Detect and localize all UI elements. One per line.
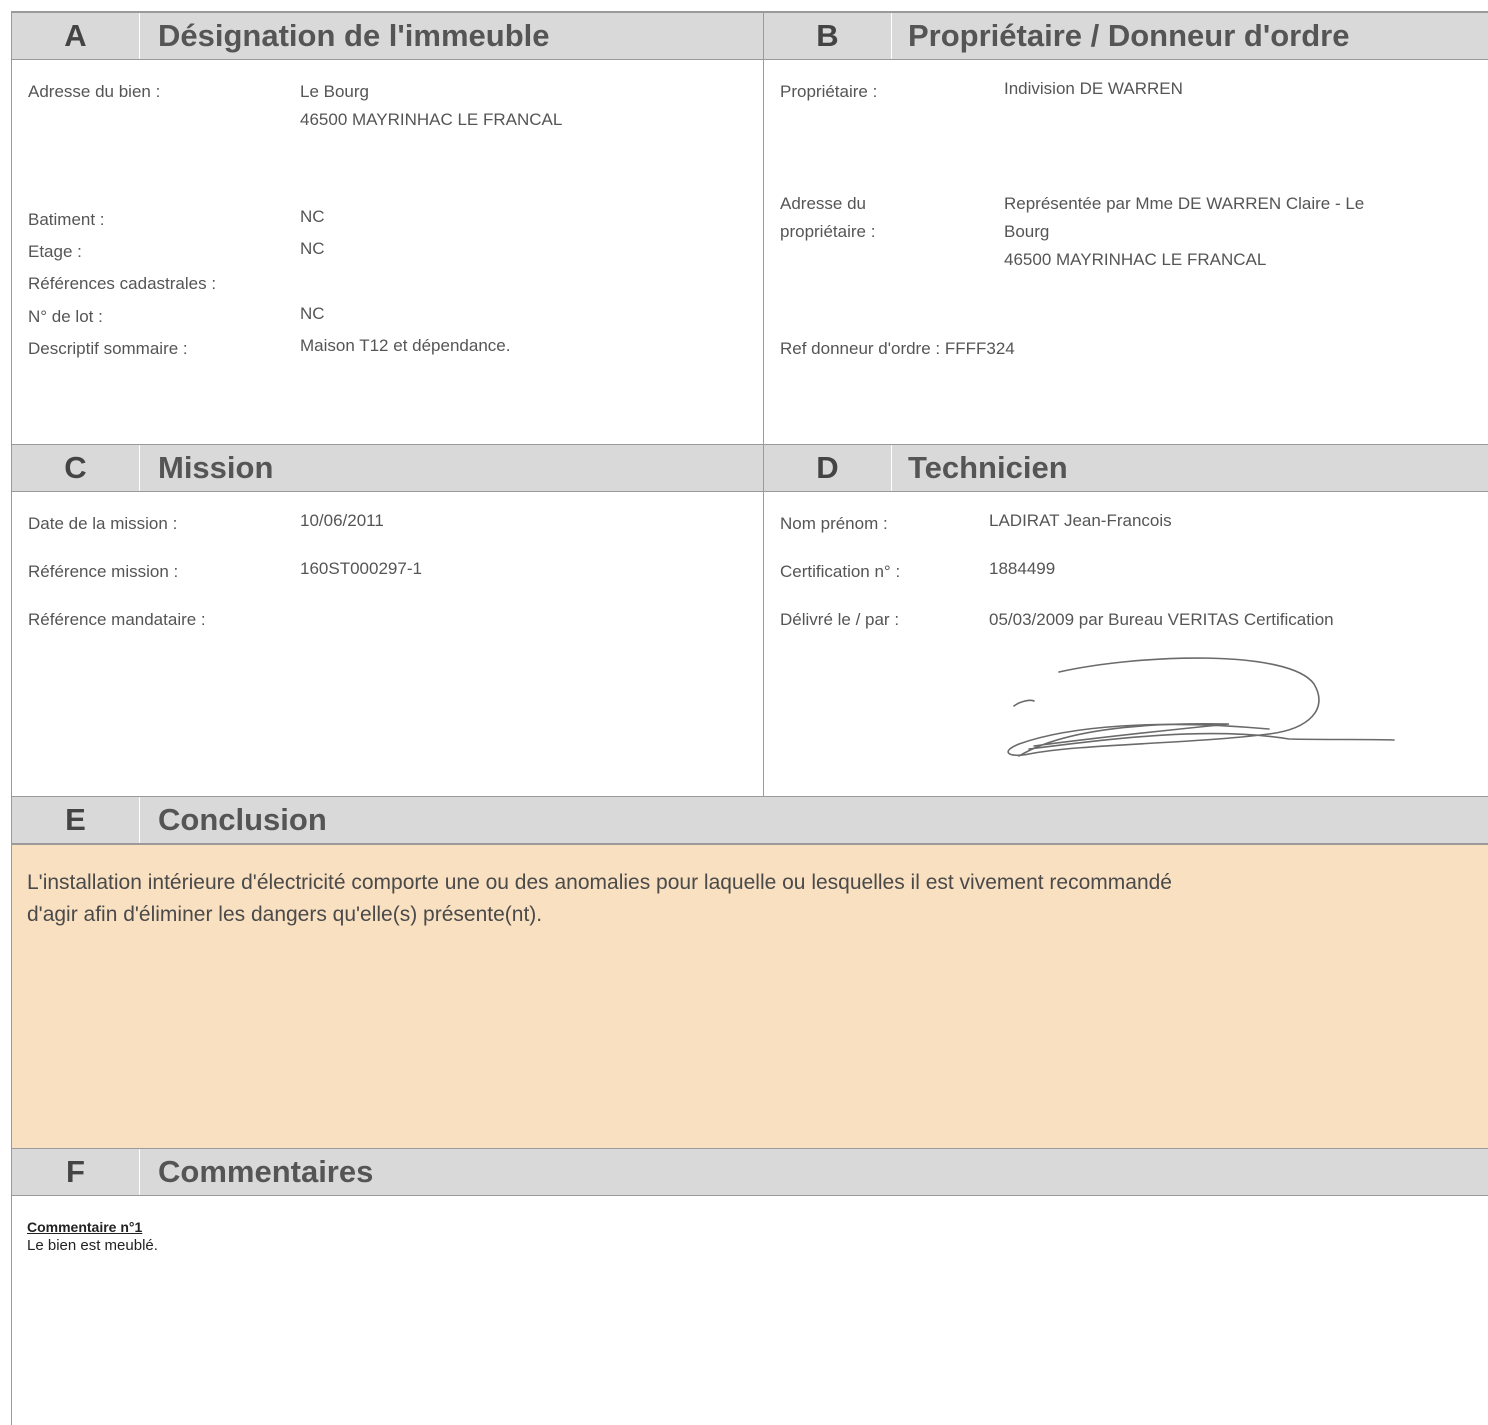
section-b-title: Propriétaire / Donneur d'ordre <box>908 18 1350 53</box>
adresse-proprietaire-label-1: Adresse du <box>780 194 866 213</box>
diagnostic-sheet: A Désignation de l'immeuble B Propriétai… <box>11 11 1488 1425</box>
adresse-bien-line2: 46500 MAYRINHAC LE FRANCAL <box>300 110 563 129</box>
adresse-proprietaire-line2: Bourg <box>1004 222 1050 241</box>
ref-donneur-ordre: Ref donneur d'ordre : FFFF324 <box>780 339 1015 358</box>
section-e-title: Conclusion <box>158 802 327 837</box>
ref-mandataire-label: Référence mandataire : <box>28 610 206 629</box>
lot-value: NC <box>300 304 325 323</box>
etage-label: Etage : <box>28 242 82 261</box>
adresse-proprietaire-line1: Représentée par Mme DE WARREN Claire - L… <box>1004 194 1365 213</box>
certification-value: 1884499 <box>989 559 1056 578</box>
divider-cd <box>763 444 764 796</box>
conclusion-line-1: L'installation intérieure d'électricité … <box>27 871 1172 894</box>
section-c-letter: C <box>12 445 140 491</box>
section-a-letter: A <box>12 13 140 59</box>
conclusion-line-2: d'agir afin d'éliminer les dangers qu'el… <box>27 903 543 926</box>
adresse-proprietaire-label-2: propriétaire : <box>780 222 876 241</box>
section-c-title: Mission <box>158 450 274 485</box>
conclusion-panel: L'installation intérieure d'électricité … <box>12 844 1488 1148</box>
adresse-proprietaire-line3: 46500 MAYRINHAC LE FRANCAL <box>1004 250 1267 269</box>
adresse-bien-line1: Le Bourg <box>300 82 369 101</box>
section-f-header: F Commentaires <box>12 1148 1488 1196</box>
date-mission-value: 10/06/2011 <box>300 511 384 530</box>
ref-mission-label: Référence mission : <box>28 562 179 581</box>
section-d-header: D Technicien <box>764 444 1488 492</box>
lot-label: N° de lot : <box>28 307 103 326</box>
ref-mission-value: 160ST000297-1 <box>300 559 422 578</box>
section-e-letter: E <box>12 797 140 843</box>
conclusion-text: L'installation intérieure d'électricité … <box>27 867 1427 931</box>
comment-1-title: Commentaire n°1 <box>27 1219 143 1235</box>
delivre-label: Délivré le / par : <box>780 610 900 629</box>
descriptif-value: Maison T12 et dépendance. <box>300 336 511 355</box>
section-b-header: B Propriétaire / Donneur d'ordre <box>764 12 1488 60</box>
batiment-label: Batiment : <box>28 210 105 229</box>
nom-prenom-value: LADIRAT Jean-Francois <box>989 511 1172 530</box>
divider-ab <box>763 12 764 444</box>
section-e-header: E Conclusion <box>12 796 1488 844</box>
section-f-title: Commentaires <box>158 1154 374 1189</box>
comment-1-body: Le bien est meublé. <box>27 1237 158 1254</box>
certification-label: Certification n° : <box>780 562 901 581</box>
section-d-letter: D <box>764 445 892 491</box>
etage-value: NC <box>300 239 325 258</box>
descriptif-label: Descriptif sommaire : <box>28 339 188 358</box>
proprietaire-value: Indivision DE WARREN <box>1004 79 1183 98</box>
batiment-value: NC <box>300 207 325 226</box>
section-c-header: C Mission <box>12 444 764 492</box>
section-a-title: Désignation de l'immeuble <box>158 18 550 53</box>
nom-prenom-label: Nom prénom : <box>780 514 888 533</box>
cadastre-label: Références cadastrales : <box>28 274 217 293</box>
technician-signature <box>1007 657 1395 757</box>
section-d-title: Technicien <box>908 450 1068 485</box>
section-f-letter: F <box>12 1149 140 1195</box>
delivre-value: 05/03/2009 par Bureau VERITAS Certificat… <box>989 610 1334 629</box>
proprietaire-label: Propriétaire : <box>780 82 878 101</box>
date-mission-label: Date de la mission : <box>28 514 178 533</box>
section-b-letter: B <box>764 13 892 59</box>
adresse-bien-label: Adresse du bien : <box>28 82 161 101</box>
section-a-header: A Désignation de l'immeuble <box>12 12 764 60</box>
